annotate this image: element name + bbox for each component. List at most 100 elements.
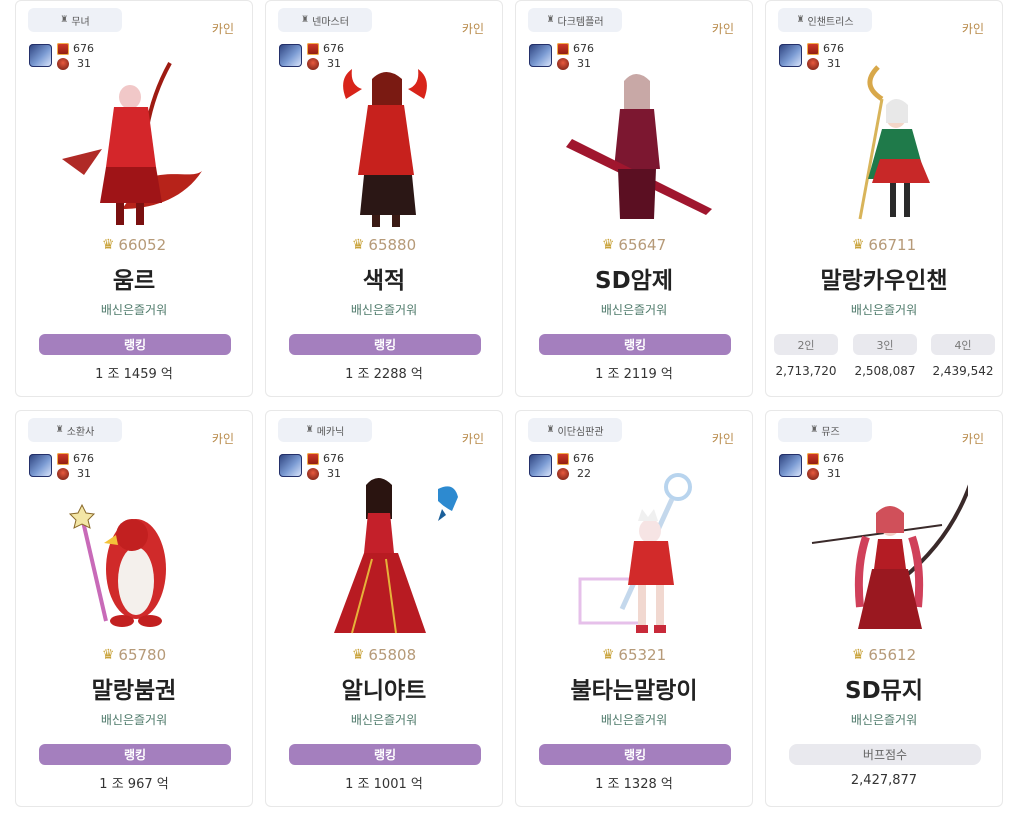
character-card[interactable]: ♜ 소환사 카인 676 31 ♛ 65780 말랑붐권 배신은즐거워 랭킹 1 조… — [15, 410, 253, 807]
server-label: 카인 — [461, 22, 484, 36]
guild-name[interactable]: 배신은즐거워 — [16, 711, 252, 728]
fame-value: 676 — [73, 452, 94, 465]
medal-icon: ♛ — [851, 237, 865, 253]
fame-icon — [57, 453, 69, 465]
avatar-icon — [779, 44, 802, 67]
fame-value: 676 — [823, 42, 844, 55]
ranking-button[interactable]: 랭킹 — [289, 334, 481, 355]
server-label: 카인 — [211, 432, 234, 446]
guild-name[interactable]: 배신은즐거워 — [266, 711, 502, 728]
guild-name[interactable]: 배신은즐거워 — [16, 301, 252, 318]
medal-icon: ♛ — [601, 647, 615, 663]
medal-icon: ♛ — [101, 237, 115, 253]
guild-name[interactable]: 배신은즐거워 — [266, 301, 502, 318]
character-illustration — [343, 69, 427, 227]
guild-name[interactable]: 배신은즐거워 — [516, 301, 752, 318]
medal-icon: ♛ — [101, 647, 115, 663]
server-label: 카인 — [711, 22, 734, 36]
total-damage: 1 조 1001 억 — [345, 777, 423, 792]
character-card[interactable]: ♜ 넨마스터 카인 676 31 ♛ 65880 색적 배신은즐거워 랭킹 1 조 … — [265, 0, 503, 397]
server-label: 카인 — [711, 432, 734, 446]
character-name[interactable]: SD뮤지 — [766, 671, 1002, 705]
character-illustration — [334, 478, 458, 634]
fame-value: 676 — [823, 452, 844, 465]
ranking-button[interactable]: 랭킹 — [39, 334, 231, 355]
medal-icon: ♛ — [351, 237, 365, 253]
server-label: 카인 — [961, 22, 984, 36]
buff-score-value: 2,427,877 — [850, 773, 918, 788]
avatar-icon — [279, 44, 302, 67]
job-icon: ♜ — [60, 15, 69, 25]
fame-icon — [807, 43, 819, 55]
job-icon: ♜ — [810, 425, 819, 435]
job-badge: ♜ 넨마스터 — [278, 8, 372, 32]
buff-score-button[interactable]: 버프점수 — [789, 744, 981, 765]
character-name[interactable]: 말랑붐권 — [16, 671, 252, 705]
character-card[interactable]: ♜ 무녀 카인 676 31 ♛ 66052 움르 배신은즐거워 랭킹 1 조 14… — [15, 0, 253, 397]
server-label: 카인 — [461, 432, 484, 446]
damage-score: ♛ 66711 — [851, 236, 917, 254]
job-badge: ♜ 인챈트리스 — [778, 8, 872, 32]
server-label: 카인 — [211, 22, 234, 36]
avatar-icon — [279, 454, 302, 477]
character-card[interactable]: ♜ 다크템플러 카인 676 31 ♛ 65647 SD암제 배신은즐거워 랭킹 1… — [515, 0, 753, 397]
job-icon: ♜ — [546, 425, 555, 435]
job-badge: ♜ 소환사 — [28, 418, 122, 442]
job-badge: ♜ 무녀 — [28, 8, 122, 32]
medal-icon: ♛ — [601, 237, 615, 253]
character-name[interactable]: 알니야트 — [266, 671, 502, 705]
ranking-button[interactable]: 랭킹 — [539, 744, 731, 765]
job-icon: ♜ — [301, 15, 310, 25]
guild-name[interactable]: 배신은즐거워 — [766, 301, 1002, 318]
fame-icon — [307, 453, 319, 465]
guild-name[interactable]: 배신은즐거워 — [516, 711, 752, 728]
job-icon: ♜ — [796, 15, 805, 25]
job-badge: ♜ 뮤즈 — [778, 418, 872, 442]
ranking-button[interactable]: 랭킹 — [39, 744, 231, 765]
fame-icon — [807, 453, 819, 465]
character-name[interactable]: 움르 — [16, 261, 252, 295]
character-name[interactable]: 색적 — [266, 261, 502, 295]
medal-icon: ♛ — [351, 647, 365, 663]
avatar-icon — [29, 44, 52, 67]
party-2-label[interactable]: 2인 — [774, 334, 838, 355]
character-card[interactable]: ♜ 인챈트리스 카인 676 31 ♛ 66711 말랑카우인챈 배신은즐거워 2인… — [765, 0, 1003, 397]
damage-score: ♛ 65647 — [601, 236, 667, 254]
ranking-button[interactable]: 랭킹 — [539, 334, 731, 355]
character-card[interactable]: ♜ 메카닉 카인 676 31 ♛ 65808 알니야트 배신은즐거워 랭킹 1 조… — [265, 410, 503, 807]
party-3-label[interactable]: 3인 — [853, 334, 917, 355]
total-damage: 1 조 1459 억 — [95, 367, 173, 382]
total-damage: 1 조 2288 억 — [345, 367, 423, 382]
server-label: 카인 — [961, 432, 984, 446]
party-2-value: 2,713,720 — [775, 364, 837, 378]
buff-score-grid: 2인 3인 4인 2,713,720 2,508,087 2,439,542 — [766, 334, 1002, 384]
damage-score: ♛ 65321 — [601, 646, 667, 664]
damage-score: ♛ 65880 — [351, 236, 417, 254]
damage-score: ♛ 65780 — [101, 646, 167, 664]
fame-icon — [57, 43, 69, 55]
character-card[interactable]: ♜ 뮤즈 카인 676 31 ♛ 65612 SD뮤지 배신은즐거워 버프점수 2,… — [765, 410, 1003, 807]
fame-icon — [557, 43, 569, 55]
job-badge: ♜ 다크템플러 — [528, 8, 622, 32]
fame-value: 676 — [73, 42, 94, 55]
character-card[interactable]: ♜ 이단심판관 카인 676 22 ♛ 65321 불타는말랑이 배신은즐거워 랭킹… — [515, 410, 753, 807]
guild-name[interactable]: 배신은즐거워 — [766, 711, 1002, 728]
character-name[interactable]: 말랑카우인챈 — [766, 261, 1002, 295]
total-damage: 1 조 967 억 — [99, 777, 169, 792]
fame-icon — [307, 43, 319, 55]
character-illustration — [811, 484, 968, 629]
fame-value: 676 — [573, 452, 594, 465]
party-4-label[interactable]: 4인 — [931, 334, 995, 355]
character-name[interactable]: 불타는말랑이 — [516, 671, 752, 705]
party-4-value: 2,439,542 — [932, 364, 994, 378]
character-name[interactable]: SD암제 — [516, 261, 752, 295]
ranking-button[interactable]: 랭킹 — [289, 744, 481, 765]
total-damage: 1 조 1328 억 — [595, 777, 673, 792]
total-damage: 1 조 2119 억 — [595, 367, 673, 382]
job-icon: ♜ — [546, 15, 555, 25]
medal-icon: ♛ — [851, 647, 865, 663]
character-illustration — [858, 65, 930, 220]
job-icon: ♜ — [305, 425, 314, 435]
party-3-value: 2,508,087 — [854, 364, 916, 378]
character-illustration — [68, 503, 166, 627]
